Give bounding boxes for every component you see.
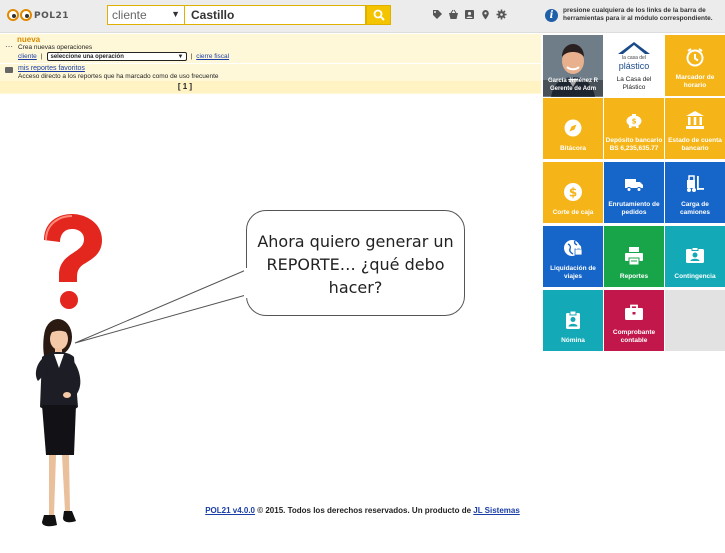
nueva-label: nueva <box>17 35 41 44</box>
bubble-line-2: REPORTE… ¿qué debo <box>266 255 445 274</box>
tile-label: Depósito bancario <box>605 137 663 144</box>
favorite-reports-link[interactable]: mis reportes favoritos <box>18 65 85 72</box>
id-card-icon <box>686 247 704 263</box>
chevron-down-icon: ▼ <box>177 54 184 60</box>
info-text: presione cualquiera de los links de la b… <box>563 7 713 22</box>
tile-bitacora[interactable]: Bitácora <box>542 97 604 160</box>
tile-liquidacion-viajes[interactable]: Liquidación de viajes <box>542 225 604 288</box>
tile-enrutamiento-pedidos[interactable]: Enrutamiento de pedidos <box>603 161 665 224</box>
tile-label: Bitácora <box>559 145 586 152</box>
search-type-value: cliente <box>112 8 147 22</box>
printer-icon <box>625 247 643 266</box>
footer-text: © 2015. Todos los derechos reservados. U… <box>255 506 474 515</box>
company-logo-icon <box>618 42 650 54</box>
coin-icon: $ <box>564 183 582 201</box>
company-name: La Casa del <box>616 76 652 83</box>
search-button[interactable] <box>366 5 391 25</box>
profile-tile[interactable]: García Jiménez R Gerente de Adm <box>542 34 604 97</box>
operation-select-value: seleccione una operación <box>50 54 124 60</box>
search-type-select[interactable]: cliente ▼ <box>107 5 185 25</box>
favorite-reports-desc: Acceso directo a los reportes que ha mar… <box>18 73 219 80</box>
contact-icon[interactable] <box>464 9 475 20</box>
empty-tile <box>664 289 725 352</box>
piggybank-icon: $ <box>626 114 642 128</box>
svg-text:$: $ <box>569 186 577 200</box>
pager[interactable]: [ 1 ] <box>0 82 370 91</box>
operations-row: cliente | seleccione una operación ▼ | c… <box>18 52 229 61</box>
cliente-link[interactable]: cliente <box>18 53 37 60</box>
gear-icon[interactable] <box>496 9 507 20</box>
profile-name: García Jiménez R <box>547 78 599 84</box>
tile-label: Corte de caja <box>552 209 594 216</box>
bubble-line-3: hacer? <box>328 278 383 297</box>
operations-panel: nueva ⋯ Crea nuevas operaciones cliente … <box>0 34 541 94</box>
divider <box>0 63 541 64</box>
tile-reportes[interactable]: Reportes <box>603 225 665 288</box>
separator: | <box>190 53 193 60</box>
app-logo[interactable]: POL21 <box>7 8 69 24</box>
globe-lock-icon <box>564 240 583 256</box>
tile-label: Enrutamiento de <box>608 201 660 208</box>
briefcase-icon <box>625 304 643 320</box>
tile-label: Liquidación de <box>550 265 596 272</box>
tag-icon[interactable] <box>432 9 443 20</box>
tile-label-2: pedidos <box>621 209 647 216</box>
tile-estado-cuenta[interactable]: Estado de cuenta bancario <box>664 97 725 160</box>
printer-icon <box>5 67 13 73</box>
tile-corte-caja[interactable]: $ Corte de caja <box>542 161 604 224</box>
tile-deposito-bancario[interactable]: $ Depósito bancario BS 6,235,635.77 <box>603 97 665 160</box>
pin-icon[interactable] <box>480 9 491 20</box>
tile-contingencia[interactable]: Contingencia <box>664 225 725 288</box>
tile-label: Reportes <box>619 273 649 280</box>
company-name-2: Plástico <box>622 84 646 91</box>
forklift-icon <box>687 175 704 192</box>
toolbar-icons <box>432 9 507 20</box>
company-link[interactable]: JL Sistemas <box>473 506 520 515</box>
top-toolbar: POL21 cliente ▼ Castillo i presione cual… <box>0 0 725 33</box>
search-icon <box>373 9 385 21</box>
tile-comprobante-contable[interactable]: Comprobante contable <box>603 289 665 352</box>
more-icon: ⋯ <box>5 42 13 51</box>
bank-icon <box>686 111 704 129</box>
company-tile[interactable]: la casa del plástico La Casa del Plástic… <box>603 34 665 97</box>
tile-label: Nómina <box>561 337 585 344</box>
tile-label-2: bancario <box>681 145 709 152</box>
basket-icon[interactable] <box>448 9 459 20</box>
tile-label: Carga de <box>681 201 709 208</box>
tile-label: Estado de cuenta <box>668 137 722 144</box>
truck-icon <box>625 179 643 192</box>
bubble-line-1: Ahora quiero generar un <box>257 232 454 251</box>
profile-role: Gerente de Adm <box>549 86 597 92</box>
tile-label-2: camiones <box>680 209 710 216</box>
owl-logo-icon <box>7 9 33 23</box>
svg-text:$: $ <box>632 118 637 126</box>
company-brand-big: plástico <box>618 61 650 71</box>
version-link[interactable]: POL21 v4.0.0 <box>205 506 255 515</box>
search-input[interactable]: Castillo <box>185 5 366 25</box>
operation-select[interactable]: seleccione una operación ▼ <box>46 52 187 61</box>
compass-icon <box>564 119 582 137</box>
chevron-down-icon: ▼ <box>171 9 180 19</box>
tile-label: Comprobante <box>612 329 656 336</box>
tile-label: Contingencia <box>674 273 716 280</box>
logo-text: POL21 <box>34 11 70 21</box>
tile-label-2: viajes <box>563 273 583 280</box>
separator: | <box>40 53 43 60</box>
tile-marcador-horario[interactable]: Marcador de horario <box>664 34 725 97</box>
speech-bubble-tail <box>74 269 247 344</box>
tile-carga-camiones[interactable]: Carga de camiones <box>664 161 725 224</box>
tile-label: Marcador de <box>675 74 715 81</box>
deposit-amount: BS 6,235,635.77 <box>609 145 659 152</box>
tile-nomina[interactable]: Nómina <box>542 289 604 352</box>
info-icon: i <box>545 9 558 22</box>
clock-icon <box>686 48 704 67</box>
speech-bubble-text: Ahora quiero generar un REPORTE… ¿qué de… <box>246 230 465 299</box>
cierre-fiscal-link[interactable]: cierre fiscal <box>196 53 229 60</box>
crea-text: Crea nuevas operaciones <box>18 44 93 51</box>
badge-icon <box>566 310 580 329</box>
footer: POL21 v4.0.0 © 2015. Todos los derechos … <box>0 506 725 515</box>
tile-label-2: horario <box>683 82 707 89</box>
tile-label-2: contable <box>620 337 648 344</box>
